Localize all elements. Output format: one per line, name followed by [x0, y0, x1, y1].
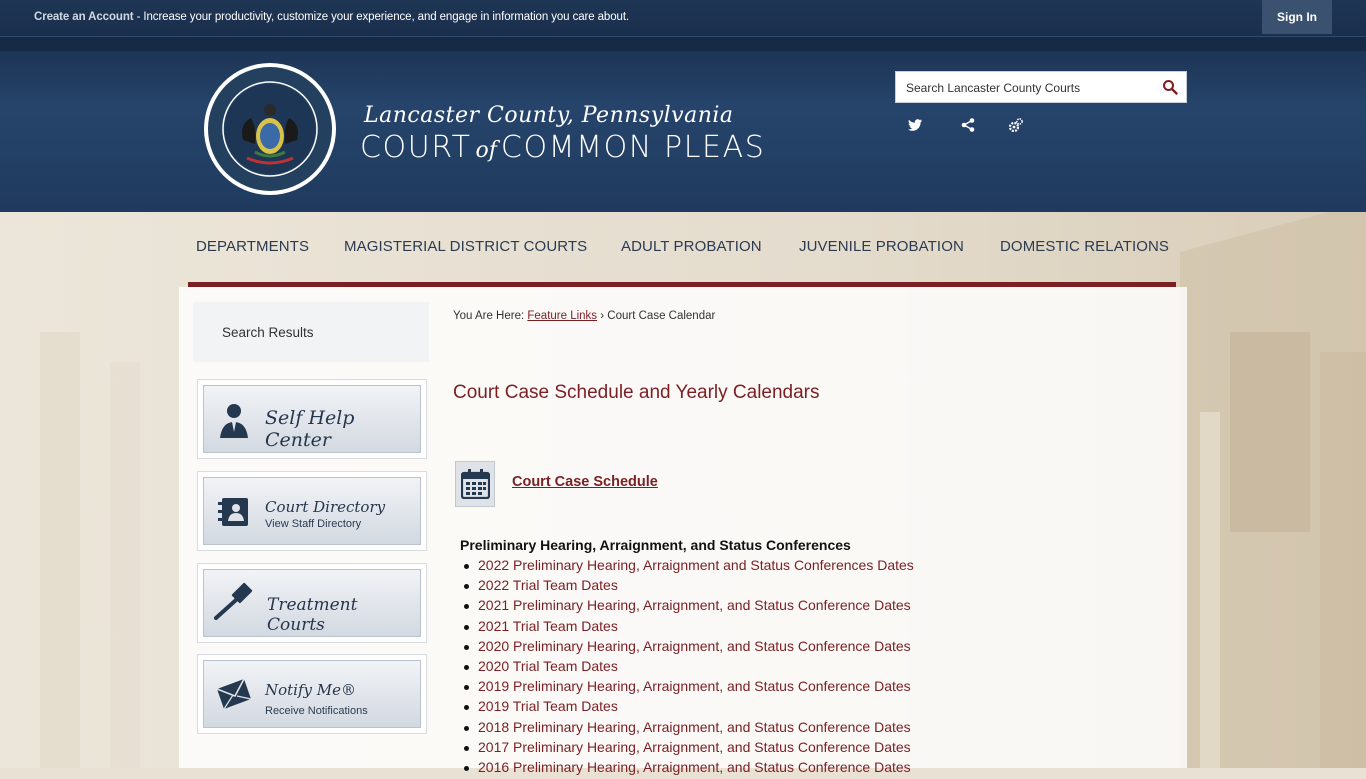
site-header: Lancaster County, Pennsylvania COURT of CO…	[0, 37, 1366, 212]
quick-link-button[interactable]: Notify Me® Receive Notifications	[203, 660, 421, 728]
calendar-link[interactable]: 2018 Preliminary Hearing, Arraignment, a…	[460, 719, 914, 739]
county-seal-logo[interactable]	[203, 62, 337, 196]
page-title: Court Case Schedule and Yearly Calendars	[453, 382, 820, 403]
nav-item-departments[interactable]: DEPARTMENTS	[196, 238, 309, 255]
calendar-link[interactable]: 2021 Preliminary Hearing, Arraignment, a…	[460, 597, 914, 617]
quick-link-button[interactable]: Self Help Center	[203, 385, 421, 453]
site-search	[895, 71, 1187, 103]
breadcrumb: You Are Here: Feature Links › Court Case…	[453, 310, 715, 322]
site-title[interactable]: Lancaster County, Pennsylvania COURT of CO…	[360, 103, 765, 165]
court-case-schedule-link[interactable]: Court Case Schedule	[512, 474, 658, 490]
quick-link-notify-me[interactable]: Notify Me® Receive Notifications	[197, 654, 427, 734]
calendar-link[interactable]: 2019 Trial Team Dates	[460, 698, 914, 718]
account-message: Create an Account - Increase your produc…	[34, 11, 629, 23]
calendar-link[interactable]: 2020 Trial Team Dates	[460, 658, 914, 678]
quick-link-subtitle: Receive Notifications	[265, 705, 368, 717]
breadcrumb-prefix: You Are Here:	[453, 310, 528, 322]
quick-link-title: Self Help Center	[265, 407, 355, 451]
site-title-court: COURT of COMMON PLEAS	[360, 130, 765, 165]
title-of-word: of	[475, 138, 497, 163]
quick-link-title: Court Directory	[265, 498, 386, 516]
nav-item-magisterial-district-courts[interactable]: MAGISTERIAL DISTRICT COURTS	[344, 238, 587, 255]
top-utility-bar: Create an Account - Increase your produc…	[0, 0, 1366, 37]
title-common-pleas: COMMON PLEAS	[500, 130, 766, 165]
twitter-icon[interactable]	[907, 117, 923, 133]
breadcrumb-link-feature-links[interactable]: Feature Links	[527, 310, 597, 322]
nav-item-juvenile-probation[interactable]: JUVENILE PROBATION	[799, 238, 964, 255]
quick-link-title: Notify Me®	[265, 681, 357, 699]
sign-in-button[interactable]: Sign In	[1262, 0, 1332, 34]
quick-link-treatment-courts[interactable]: Treatment Courts	[197, 563, 427, 643]
calendar-link[interactable]: 2020 Preliminary Hearing, Arraignment, a…	[460, 638, 914, 658]
search-results-label: Search Results	[222, 325, 314, 340]
main-navigation: DEPARTMENTS MAGISTERIAL DISTRICT COURTS …	[188, 212, 1176, 287]
calendar-link[interactable]: 2017 Preliminary Hearing, Arraignment, a…	[460, 739, 914, 759]
quick-link-self-help-center[interactable]: Self Help Center	[197, 379, 427, 459]
quick-link-button[interactable]: Court Directory View Staff Directory	[203, 477, 421, 545]
title-court-word: COURT	[360, 130, 472, 165]
calendar-link[interactable]: 2016 Preliminary Hearing, Arraignment, a…	[460, 759, 914, 779]
create-account-link[interactable]: Create an Account	[34, 11, 134, 23]
header-stripe	[0, 37, 1366, 51]
search-input[interactable]	[904, 77, 1153, 99]
calendar-icon-box[interactable]	[455, 461, 495, 507]
gavel-icon	[214, 582, 253, 620]
quick-link-court-directory[interactable]: Court Directory View Staff Directory	[197, 471, 427, 551]
section-heading: Preliminary Hearing, Arraignment, and St…	[460, 537, 851, 553]
person-icon	[220, 404, 248, 438]
quick-link-button[interactable]: Treatment Courts	[203, 569, 421, 637]
envelope-icon	[216, 678, 252, 710]
share-icon[interactable]	[960, 117, 976, 133]
nav-item-domestic-relations[interactable]: DOMESTIC RELATIONS	[1000, 238, 1169, 255]
breadcrumb-separator: ›	[597, 310, 608, 322]
quick-link-title: Treatment Courts	[267, 595, 358, 635]
account-message-text: - Increase your productivity, customize …	[133, 11, 630, 23]
quick-link-subtitle: View Staff Directory	[265, 518, 362, 530]
nav-item-adult-probation[interactable]: ADULT PROBATION	[621, 238, 762, 255]
calendar-link[interactable]: 2019 Preliminary Hearing, Arraignment, a…	[460, 678, 914, 698]
sidebar-search-results[interactable]: Search Results	[193, 302, 429, 362]
breadcrumb-current: Court Case Calendar	[607, 310, 716, 322]
calendar-link[interactable]: 2022 Trial Team Dates	[460, 577, 914, 597]
calendar-link[interactable]: 2021 Trial Team Dates	[460, 618, 914, 638]
settings-icon[interactable]	[1008, 117, 1024, 133]
site-title-county: Lancaster County, Pennsylvania	[364, 103, 734, 128]
calendar-icon	[461, 469, 490, 499]
calendar-link[interactable]: 2022 Preliminary Hearing, Arraignment an…	[460, 557, 914, 577]
search-icon[interactable]	[1162, 79, 1178, 95]
calendar-links-list: 2022 Preliminary Hearing, Arraignment an…	[460, 557, 914, 779]
directory-icon	[218, 498, 248, 526]
